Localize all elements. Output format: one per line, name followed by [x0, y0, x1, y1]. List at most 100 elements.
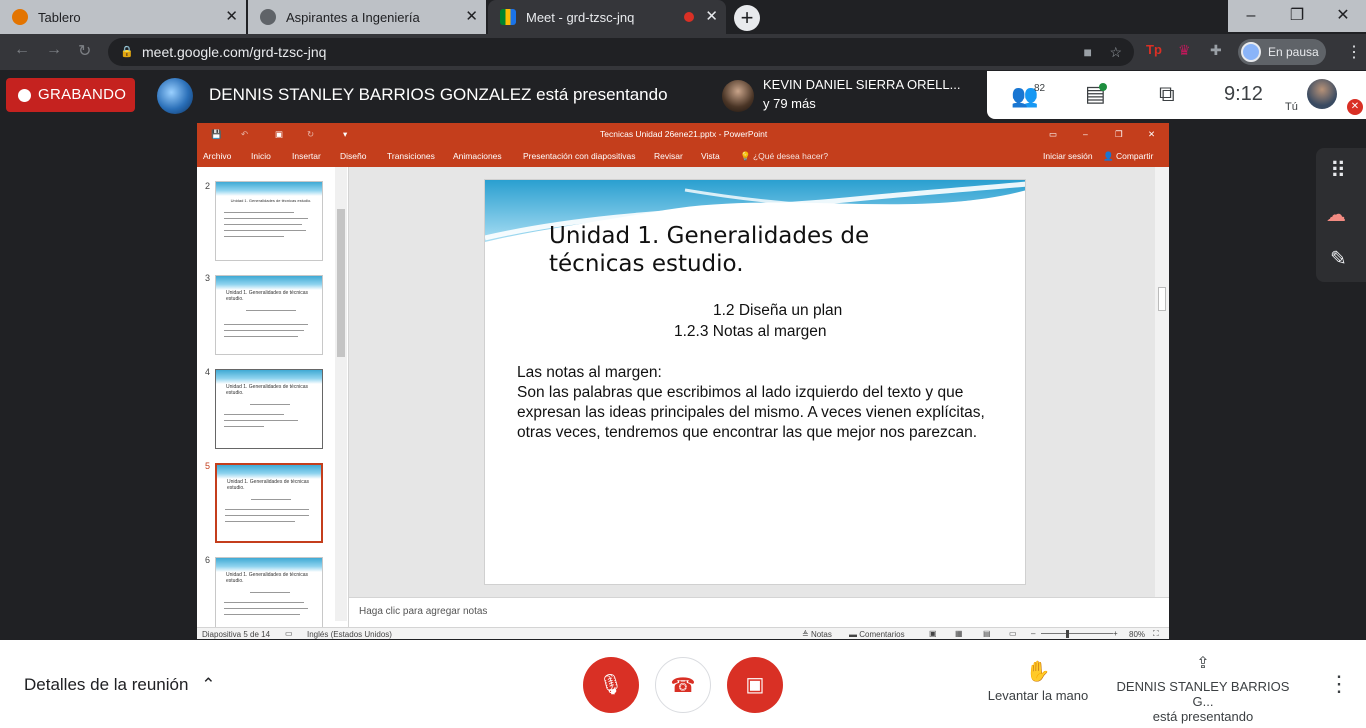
raise-hand-button[interactable]: ✋ Levantar la mano [984, 660, 1092, 703]
thumb-number: 3 [205, 273, 211, 283]
mic-toggle-button[interactable]: 🎙 [583, 657, 639, 713]
close-tab-icon[interactable]: ✕ [465, 9, 478, 25]
slide-thumbnail[interactable]: Unidad 1. Generalidades de técnicas estu… [215, 369, 323, 449]
unread-dot-icon [1099, 83, 1107, 91]
zoom-out-icon[interactable]: – [1031, 629, 1035, 638]
tab-animaciones[interactable]: Animaciones [453, 151, 502, 161]
restore-window-button[interactable]: ❐ [1274, 0, 1320, 32]
leave-call-button[interactable]: ☎ [655, 657, 711, 713]
tab-transiciones[interactable]: Transiciones [387, 151, 435, 161]
thumb-line [224, 218, 308, 219]
customize-icon[interactable]: ▾ [343, 129, 347, 140]
tab-insertar[interactable]: Insertar [292, 151, 321, 161]
tab-aspirantes[interactable]: Aspirantes a Ingeniería ✕ [248, 0, 486, 34]
record-dot-icon [18, 89, 31, 102]
comments-toggle[interactable]: ▬ Comentarios [849, 630, 905, 639]
share-button[interactable]: 👤 Compartir [1103, 151, 1153, 162]
tell-me-input[interactable]: 💡 ¿Qué desea hacer? [740, 151, 828, 162]
language-label[interactable]: Inglés (Estados Unidos) [307, 630, 392, 639]
zoom-slider-thumb[interactable] [1066, 630, 1069, 638]
redo-icon[interactable]: ↻ [307, 129, 314, 140]
thumb-line [224, 426, 264, 427]
people-count: 82 [1034, 83, 1046, 94]
close-tab-icon[interactable]: ✕ [705, 9, 718, 25]
new-tab-button[interactable]: + [734, 5, 760, 31]
current-slide[interactable]: Unidad 1. Generalidades de técnicas estu… [484, 179, 1026, 585]
zoom-slider[interactable] [1041, 633, 1113, 634]
sorter-view-icon[interactable]: ▦ [955, 629, 963, 638]
fit-slide-icon[interactable]: ⛶ [1153, 629, 1159, 639]
tab-vista[interactable]: Vista [701, 151, 720, 161]
thumb-wave [216, 182, 322, 196]
profile-button[interactable]: En pausa [1238, 39, 1326, 65]
extension-icon[interactable]: Tp [1146, 42, 1162, 57]
slide-scrollbar[interactable] [1155, 167, 1169, 597]
slideshow-view-icon[interactable]: ▭ [1009, 629, 1017, 638]
ppt-restore-button[interactable]: ❐ [1115, 129, 1123, 140]
tab-tablero[interactable]: Tablero ✕ [0, 0, 246, 34]
more-options-icon[interactable]: ⋮ [1328, 673, 1350, 695]
ppt-minimize-button[interactable]: – [1083, 129, 1088, 139]
slide-count: Diapositiva 5 de 14 [202, 630, 271, 639]
thumb-line [224, 614, 300, 615]
slide-thumbnail[interactable]: Unidad 1. Generalidades de técnicas estu… [215, 181, 323, 261]
activities-icon[interactable]: ⧉ [1159, 81, 1175, 107]
effects-icon[interactable]: ☁ [1326, 202, 1346, 227]
close-window-button[interactable]: ✕ [1320, 0, 1366, 32]
extension-icon[interactable]: ♛ [1178, 42, 1191, 59]
normal-view-icon[interactable]: ▣ [929, 629, 937, 638]
tab-inicio[interactable]: Inicio [251, 151, 271, 161]
thumbnails-scrollbar[interactable] [335, 167, 347, 621]
scrollbar-thumb[interactable] [337, 209, 345, 357]
reading-view-icon[interactable]: ▤ [983, 629, 991, 638]
minimize-window-button[interactable]: – [1228, 0, 1274, 32]
present-screen-icon: ⇪ [1196, 655, 1210, 672]
present-icon[interactable]: ▣ [275, 129, 283, 140]
slide-title-line1: Unidad 1. Generalidades de [549, 223, 870, 249]
url-input[interactable]: 🔒 meet.google.com/grd-tzsc-jnq ■ ☆ [108, 38, 1134, 66]
zoom-level[interactable]: 80% [1129, 630, 1145, 639]
notes-toggle[interactable]: ≜ Notas [802, 630, 832, 639]
meeting-details-button[interactable]: Detalles de la reunión ⌃ [24, 675, 215, 695]
scrollbar-thumb[interactable] [1158, 287, 1166, 311]
slide-thumbnails-pane: 2 Unidad 1. Generalidades de técnicas es… [197, 167, 349, 627]
star-icon[interactable]: ☆ [1109, 38, 1122, 66]
slide-thumbnail[interactable]: Unidad 1. Generalidades de técnicas estu… [215, 557, 323, 627]
close-tab-icon[interactable]: ✕ [225, 9, 238, 25]
sign-in-link[interactable]: Iniciar sesión [1043, 151, 1093, 161]
lock-icon: 🔒 [120, 46, 134, 58]
tab-diseno[interactable]: Diseño [340, 151, 366, 161]
undo-icon[interactable]: ↶ [241, 129, 248, 140]
slide-body: Las notas al margen: Son las palabras qu… [517, 363, 1007, 443]
tab-revisar[interactable]: Revisar [654, 151, 683, 161]
camera-icon[interactable]: ■ [1084, 38, 1092, 66]
ribbon-options-icon[interactable]: ▭ [1049, 129, 1057, 140]
slide-thumbnail-selected[interactable]: Unidad 1. Generalidades de técnicas estu… [215, 463, 323, 543]
tab-archivo[interactable]: Archivo [203, 151, 231, 161]
zoom-in-icon[interactable]: + [1113, 629, 1118, 638]
thumb-line [224, 324, 308, 325]
participant-more: y 79 más [763, 96, 816, 111]
forward-icon[interactable]: → [46, 41, 62, 59]
slide-body-text: Son las palabras que escribimos al lado … [517, 384, 985, 441]
lightbulb-icon: 💡 [740, 151, 751, 161]
slide-thumbnail[interactable]: Unidad 1. Generalidades de técnicas estu… [215, 275, 323, 355]
camera-toggle-button[interactable]: ▣ [727, 657, 783, 713]
tab-meet[interactable]: Meet - grd-tzsc-jnq ✕ [488, 0, 726, 34]
ppt-close-button[interactable]: ✕ [1148, 129, 1155, 140]
thumb-wave [216, 370, 322, 384]
presenting-button[interactable]: ⇪ DENNIS STANLEY BARRIOS G... está prese… [1108, 654, 1298, 724]
thumb-title: Unidad 1. Generalidades de técnicas estu… [226, 290, 308, 302]
menu-icon[interactable]: ⋮ [1346, 42, 1362, 62]
apps-grid-icon[interactable]: ⠿ [1330, 158, 1346, 184]
reload-icon[interactable]: ↻ [78, 41, 91, 61]
puzzle-icon[interactable]: ✚ [1210, 42, 1222, 59]
ppt-status-bar: Diapositiva 5 de 14 ▭ Inglés (Estados Un… [197, 627, 1169, 639]
notes-pane[interactable]: Haga clic para agregar notas [349, 597, 1169, 627]
spellcheck-icon[interactable]: ▭ [285, 629, 293, 638]
pen-icon[interactable]: ✎ [1330, 246, 1347, 271]
tab-presentacion[interactable]: Presentación con diapositivas [523, 151, 635, 161]
hand-icon: ✋ [1025, 661, 1051, 683]
back-icon[interactable]: ← [14, 41, 30, 59]
save-icon[interactable]: 💾 [211, 129, 222, 140]
